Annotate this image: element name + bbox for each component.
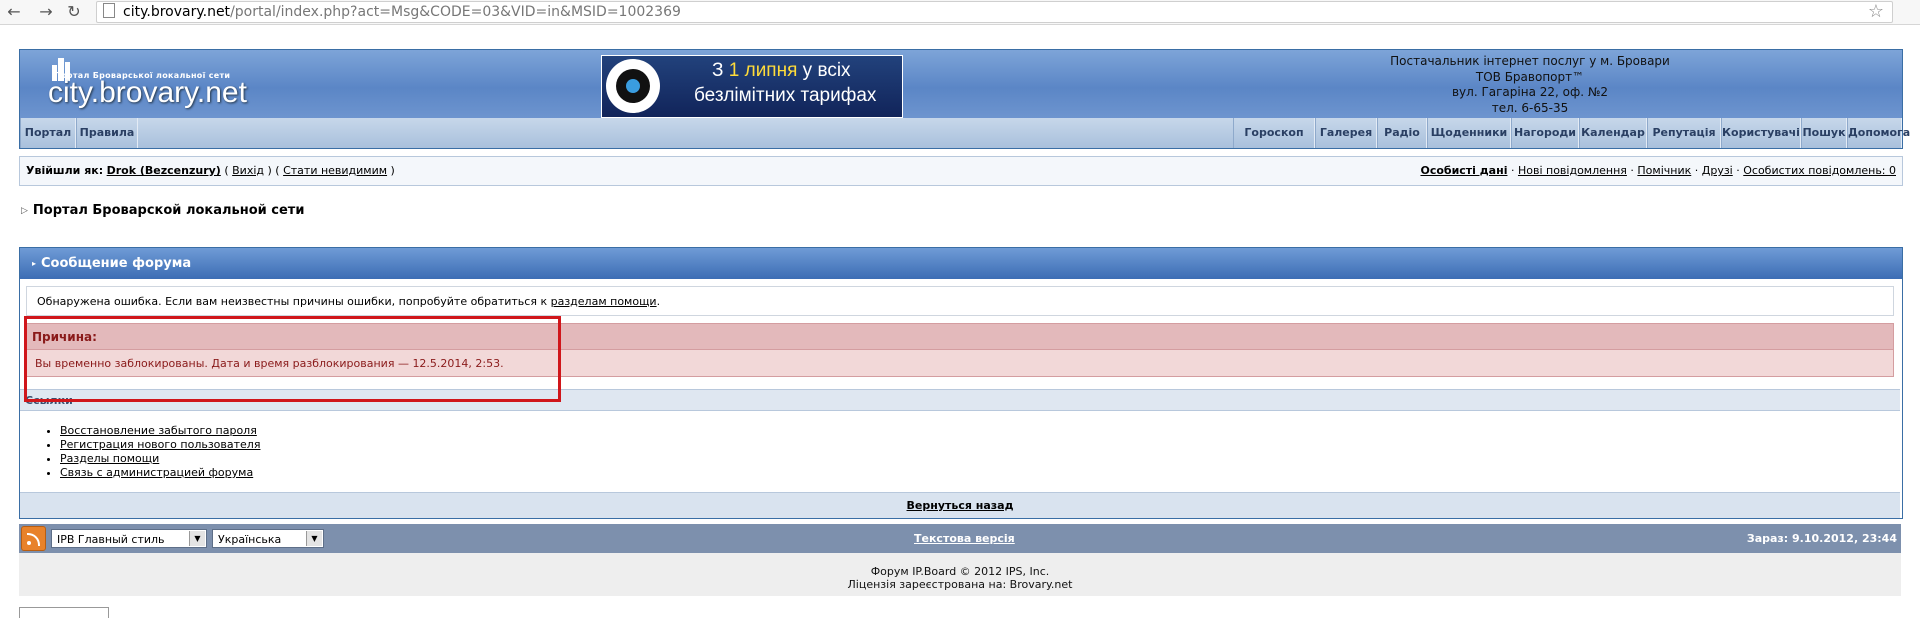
address-bar[interactable]: city.brovary.net/portal/index.php?act=Ms… [96,1,1893,23]
invisible-link[interactable]: Стати невидимим [283,164,387,177]
notice-end: . [656,295,661,308]
provider-line: Постачальник інтернет послуг у м. Бровар… [1390,54,1670,68]
banner-line1: З 1 липня у всіх [712,60,851,81]
url-host: city.brovary.net [123,4,231,20]
copyright-block: Форум IP.Board © 2012 IPS, Inc. Ліцензія… [19,553,1901,596]
breadcrumb-link[interactable]: Портал Броварской локальной сети [33,203,305,218]
arrow-left-icon[interactable]: ← [4,2,24,22]
copyright-text: Форум IP.Board © 2012 IPS, Inc. [870,565,1050,578]
nav-item-radio[interactable]: Радіо [1377,118,1427,148]
assistant-link[interactable]: Помічник [1637,164,1691,177]
chevron-down-icon: ▼ [189,531,205,546]
recover-password-link[interactable]: Восстановление забытого пароля [60,424,257,437]
text-version-link[interactable]: Текстова версія [914,532,1015,545]
nav-item-rules[interactable]: Правила [76,118,138,148]
nav-item-help[interactable]: Допомога [1847,118,1910,148]
help-link[interactable]: Разделы помощи [60,452,159,465]
go-back-link[interactable]: Вернуться назад [907,499,1014,512]
friends-link[interactable]: Друзі [1702,164,1733,177]
language-select[interactable]: Українська ▼ [212,529,324,548]
browser-toolbar: ← → ↻ city.brovary.net/portal/index.php?… [0,0,1920,25]
provider-line: вул. Гагаріна 22, оф. №2 [1451,85,1608,99]
language-select-value: Українська [218,533,282,546]
provider-line: тел. 6-65-35 [1491,100,1569,115]
nav-item-horoscope[interactable]: Гороскоп [1233,118,1315,148]
logged-in-label: Увійшли як: [26,164,104,177]
skin-select-value: IPB Главный стиль [57,533,165,546]
error-notice: Обнаружена ошибка. Если вам неизвестны п… [26,286,1894,316]
nav-item-calendar[interactable]: Календар [1579,118,1647,148]
nav-item-gallery[interactable]: Галерея [1315,118,1377,148]
provider-info: Постачальник інтернет послуг у м. Бровар… [1330,54,1730,116]
license-text: Ліцензія зареєстрована на: Brovary.net [847,578,1073,591]
site-header: Портал Броварської локальної сети city.b… [19,49,1903,120]
private-messages-link[interactable]: Особистих повідомлень: 0 [1743,164,1896,177]
nav-item-portal[interactable]: Портал [20,118,76,148]
url-path: /portal/index.php?act=Msg&CODE=03&VID=in… [230,4,681,20]
current-time: Зараз: 9.10.2012, 23:44 [1746,532,1897,545]
text-version: Текстова версія [914,524,1015,553]
footer-bar: IPB Главный стиль ▼ Українська ▼ Текстов… [19,524,1901,553]
new-posts-link[interactable]: Нові повідомлення [1518,164,1627,177]
page-bottom-tab [19,607,109,618]
bookmark-star-icon[interactable]: ☆ [1868,2,1884,22]
list-item: Восстановление забытого пароля [60,424,260,438]
user-links: Особисті дані · Нові повідомлення · Помі… [1420,164,1896,177]
list-item: Связь с администрацией форума [60,466,260,480]
notice-text: Обнаружена ошибка. Если вам неизвестны п… [37,295,551,308]
breadcrumb: ▷ Портал Броварской локальной сети [21,203,304,218]
login-info: Увійшли як: Drok (Bezcenzury) ( Вихід ) … [26,164,395,177]
provider-line: ТОВ Бравопорт™ [1475,69,1585,84]
list-item: Регистрация нового пользователя [60,438,260,452]
logout-link[interactable]: Вихід [232,164,264,177]
site-logo[interactable]: city.brovary.net [48,76,247,110]
highlight-box [24,316,561,402]
banner-emblem-icon [606,59,660,113]
main-nav: Портал Правила Гороскоп Галерея Радіо Що… [19,118,1910,149]
register-link[interactable]: Регистрация нового пользователя [60,438,260,451]
nav-item-search[interactable]: Пошук [1801,118,1847,148]
skin-select[interactable]: IPB Главный стиль ▼ [51,529,207,548]
page-icon [103,3,115,18]
reload-icon[interactable]: ↻ [64,2,84,22]
username-link[interactable]: Drok (Bezcenzury) [107,164,221,177]
nav-item-diaries[interactable]: Щоденники [1427,118,1511,148]
panel-header: ▸ Сообщение форума [20,248,1902,279]
banner-line2: безлімітних тарифах [694,85,877,106]
chevron-down-icon: ▼ [306,531,322,546]
profile-link[interactable]: Особисті дані [1420,164,1507,177]
user-bar: Увійшли як: Drok (Bezcenzury) ( Вихід ) … [19,156,1903,186]
contact-admin-link[interactable]: Связь с администрацией форума [60,466,253,479]
help-sections-link[interactable]: разделам помощи [551,295,657,308]
back-bar: Вернуться назад [20,492,1900,518]
rss-icon[interactable] [21,526,46,551]
panel-title: Сообщение форума [41,256,192,271]
list-item: Разделы помощи [60,452,260,466]
nav-item-users[interactable]: Користувачі [1721,118,1801,148]
breadcrumb-arrow-icon: ▷ [21,206,28,216]
arrow-right-icon[interactable]: → [36,2,56,22]
help-links-list: Восстановление забытого пароля Регистрац… [42,424,260,480]
ad-banner[interactable]: З 1 липня у всіх безлімітних тарифах [601,55,903,118]
nav-item-awards[interactable]: Нагороди [1511,118,1579,148]
nav-item-reputation[interactable]: Репутація [1647,118,1721,148]
panel-arrow-icon: ▸ [32,259,37,268]
